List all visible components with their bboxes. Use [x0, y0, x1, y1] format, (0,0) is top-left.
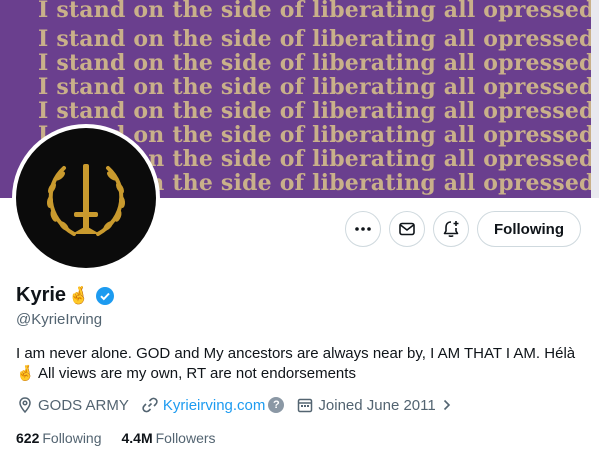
followers-label: Followers: [155, 430, 216, 446]
verified-badge-icon[interactable]: [95, 286, 115, 306]
joined-item: Joined June 2011: [296, 396, 457, 414]
more-button[interactable]: [345, 211, 381, 247]
profile-bio: I am never alone. GOD and My ancestors a…: [16, 344, 591, 384]
message-button[interactable]: [389, 211, 425, 247]
follow-stats: 622 Following 4.4M Followers: [16, 430, 236, 446]
profile-meta: GODS ARMY Kyrieirving.com ? Joined June …: [16, 396, 470, 414]
banner-text: I stand on the side of liberating all op…: [38, 74, 599, 100]
joined-text: Joined June 2011: [318, 396, 436, 414]
profile-handle: @KyrieIrving: [16, 311, 103, 328]
website-link[interactable]: Kyrieirving.com: [163, 397, 266, 414]
avatar-image: [16, 128, 156, 268]
name-row: Kyrie 🤞: [16, 284, 115, 307]
calendar-icon: [298, 398, 313, 413]
banner-text: I stand on the side of liberating all op…: [38, 98, 599, 124]
bio-line-text: All views are my own, RT are not endorse…: [38, 365, 356, 382]
following-link[interactable]: 622 Following: [16, 430, 102, 446]
banner-text: I stand on the side of liberating all op…: [38, 50, 599, 76]
followers-link[interactable]: 4.4M Followers: [122, 430, 216, 446]
message-icon: [399, 222, 415, 236]
chevron-right-icon[interactable]: [440, 398, 454, 412]
following-label: Following: [42, 430, 102, 446]
location-text: GODS ARMY: [38, 396, 129, 414]
crossed-fingers-emoji-icon: 🤞: [16, 365, 39, 382]
notification-add-icon: [443, 221, 459, 238]
following-button[interactable]: Following: [477, 211, 581, 247]
link-icon: [142, 397, 158, 413]
banner-text: I stand on the side of liberating all op…: [38, 0, 599, 23]
crossed-fingers-emoji-icon: 🤞: [68, 285, 90, 305]
bio-line: I am never alone. GOD and My ancestors a…: [16, 345, 576, 362]
question-mark-icon[interactable]: ?: [268, 397, 285, 413]
display-name: Kyrie: [16, 284, 67, 306]
scrollbar-track[interactable]: [591, 0, 599, 198]
following-count: 622: [16, 430, 40, 446]
notifications-button[interactable]: [433, 211, 469, 247]
more-icon: [355, 227, 371, 231]
website-item: Kyrieirving.com ?: [141, 396, 285, 414]
avatar[interactable]: [12, 124, 160, 272]
location-item: GODS ARMY: [16, 396, 129, 414]
bio-line-2: 🤞 All views are my own, RT are not endor…: [16, 364, 591, 384]
followers-count: 4.4M: [121, 430, 153, 446]
banner-text: I stand on the side of liberating all op…: [38, 26, 599, 52]
location-pin-icon: [19, 397, 31, 414]
laurel-sword-logo: [46, 164, 126, 236]
